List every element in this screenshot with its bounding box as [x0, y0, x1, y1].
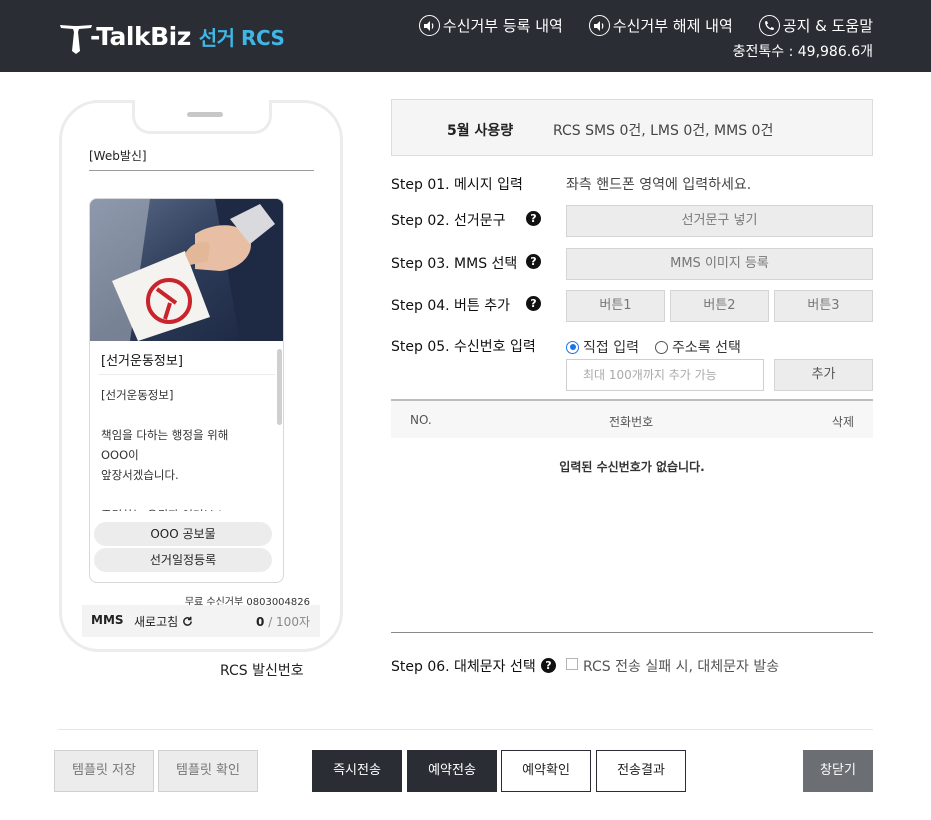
fallback-sms-label: RCS 전송 실패 시, 대체문자 발송: [583, 659, 780, 675]
radio-selected-icon: [566, 340, 579, 354]
reserve-check-button[interactable]: 예약확인: [501, 750, 591, 792]
message-title: [선거운동정보]: [101, 354, 183, 369]
add-button-2[interactable]: 버튼2: [670, 290, 769, 322]
send-now-button[interactable]: 즉시전송: [312, 750, 402, 792]
message-scrollbar[interactable]: [277, 349, 282, 425]
step-06-label: Step 06. 대체문자 선택: [391, 659, 536, 675]
insert-election-text-button[interactable]: 선거문구 넣기: [566, 205, 873, 237]
add-button-3[interactable]: 버튼3: [774, 290, 873, 322]
step-04-label: Step 04. 버튼 추가: [391, 298, 511, 314]
step-01-label: Step 01. 메시지 입력: [391, 177, 523, 193]
column-delete: 삭제: [831, 415, 854, 429]
template-view-button[interactable]: 템플릿 확인: [158, 750, 258, 792]
step-05-label: Step 05. 수신번호 입력: [391, 339, 536, 355]
template-save-button[interactable]: 템플릿 저장: [54, 750, 154, 792]
speaker-icon: [588, 15, 610, 36]
radio-unselected-icon: [654, 340, 668, 354]
send-result-button[interactable]: 전송결과: [596, 750, 686, 792]
add-button-1[interactable]: 버튼1: [566, 290, 665, 322]
divider: [58, 729, 873, 730]
rcs-sender-label: RCS 발신번호: [220, 663, 304, 679]
char-limit: / 100자: [264, 615, 310, 629]
radio-address-book[interactable]: 주소록 선택: [654, 337, 741, 357]
phone-icon: [758, 15, 780, 36]
divider: [98, 374, 275, 375]
step-01-instruction: 좌측 핸드폰 영역에 입력하세요.: [566, 177, 752, 193]
radio-direct-input[interactable]: 직접 입력: [566, 337, 639, 357]
phone-preview: [Web발신] [선거운동정보] [선거운동정보] 책임을 다하는 행정을 위해…: [59, 100, 343, 652]
message-card: [선거운동정보] [선거운동정보] 책임을 다하는 행정을 위해 OOO이 앞장…: [89, 198, 284, 583]
optout-register-link[interactable]: 수신거부 등록 내역: [418, 15, 563, 36]
credit-balance: 충전톡수 : 49,986.6개: [732, 44, 873, 60]
optout-release-link[interactable]: 수신거부 해제 내역: [588, 15, 733, 36]
recipient-table: NO. 전화번호 삭제 입력된 수신번호가 없습니다.: [391, 399, 873, 633]
radio-direct-label: 직접 입력: [583, 340, 639, 356]
usage-value: RCS SMS 0건, LMS 0건, MMS 0건: [553, 123, 774, 139]
web-send-label: [Web발신]: [89, 149, 147, 163]
usage-label: 5월 사용량: [447, 123, 514, 139]
refresh-label: 새로고침: [134, 615, 179, 629]
refresh-icon: [183, 616, 193, 626]
register-mms-image-button[interactable]: MMS 이미지 등록: [566, 248, 873, 280]
speaker-icon: [418, 15, 440, 36]
phone-speaker: [187, 112, 223, 117]
message-button-brochure[interactable]: OOO 공보물: [94, 522, 272, 546]
message-type: MMS: [91, 613, 124, 627]
help-icon[interactable]: ?: [526, 211, 541, 226]
table-header: NO. 전화번호 삭제: [391, 401, 873, 438]
logo-subtitle: 선거 RCS: [198, 25, 285, 50]
refresh-button[interactable]: 새로고침: [134, 613, 193, 630]
help-icon[interactable]: ?: [541, 658, 556, 673]
step-02-label: Step 02. 선거문구: [391, 213, 506, 229]
logo-text: -TalkBiz: [90, 21, 191, 51]
monthly-usage-box: 5월 사용량 RCS SMS 0건, LMS 0건, MMS 0건: [391, 99, 873, 156]
column-phone: 전화번호: [609, 415, 654, 429]
empty-table-message: 입력된 수신번호가 없습니다.: [559, 460, 705, 474]
char-counter: 0 / 100자: [256, 613, 310, 630]
help-icon[interactable]: ?: [526, 254, 541, 269]
notice-help-label: 공지 & 도움말: [782, 17, 873, 35]
message-body[interactable]: [선거운동정보] 책임을 다하는 행정을 위해 OOO이 앞장서겠습니다. 존경…: [101, 385, 271, 511]
column-no: NO.: [410, 413, 432, 427]
top-links: 수신거부 등록 내역 수신거부 해제 내역 공지 & 도움말: [418, 15, 873, 36]
message-image[interactable]: [90, 199, 283, 341]
close-window-button[interactable]: 창닫기: [803, 750, 873, 792]
fallback-sms-checkbox[interactable]: [566, 658, 578, 670]
step-03-label: Step 03. MMS 선택: [391, 256, 518, 272]
radio-address-label: 주소록 선택: [671, 340, 741, 356]
logo[interactable]: -TalkBiz 선거 RCS: [58, 16, 285, 56]
optout-register-label: 수신거부 등록 내역: [442, 17, 563, 35]
phone-notch: [132, 100, 272, 134]
top-header: -TalkBiz 선거 RCS 수신거부 등록 내역 수신거부 해제 내역 공지…: [0, 0, 931, 72]
phone-footer: MMS 새로고침 0 / 100자: [82, 605, 320, 637]
notice-help-link[interactable]: 공지 & 도움말: [758, 15, 873, 36]
tie-logo-icon: [58, 17, 94, 55]
recipient-number-input[interactable]: [566, 359, 764, 391]
optout-release-label: 수신거부 해제 내역: [612, 17, 733, 35]
message-button-schedule[interactable]: 선거일정등록: [94, 548, 272, 572]
help-icon[interactable]: ?: [526, 296, 541, 311]
recipient-input-mode: 직접 입력 주소록 선택: [566, 337, 741, 357]
reserve-send-button[interactable]: 예약전송: [407, 750, 497, 792]
add-recipient-button[interactable]: 추가: [774, 359, 873, 391]
divider: [89, 170, 314, 171]
